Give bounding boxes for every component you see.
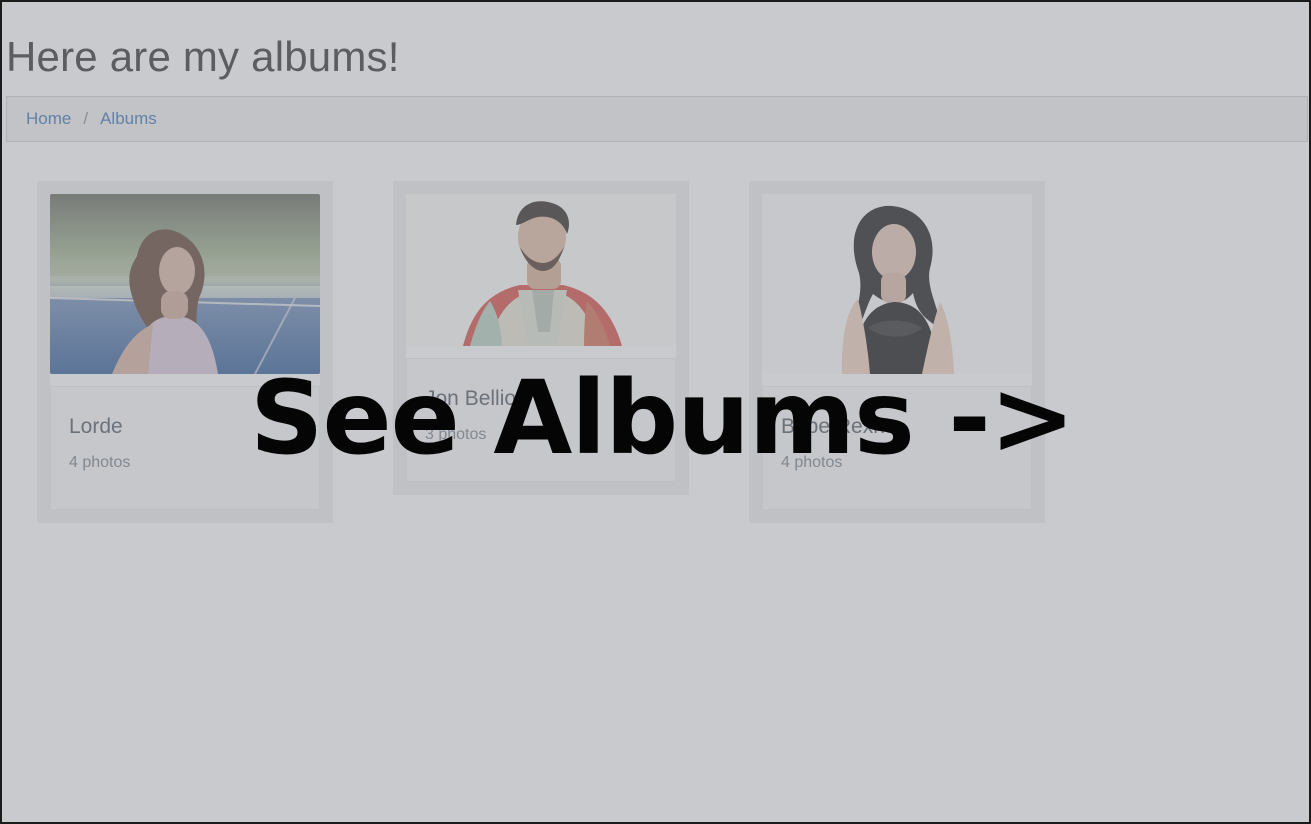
see-albums-cta[interactable]: See Albums -> xyxy=(250,368,1075,470)
album-page-window: Here are my albums! Home / Albums Lorde … xyxy=(0,0,1311,824)
